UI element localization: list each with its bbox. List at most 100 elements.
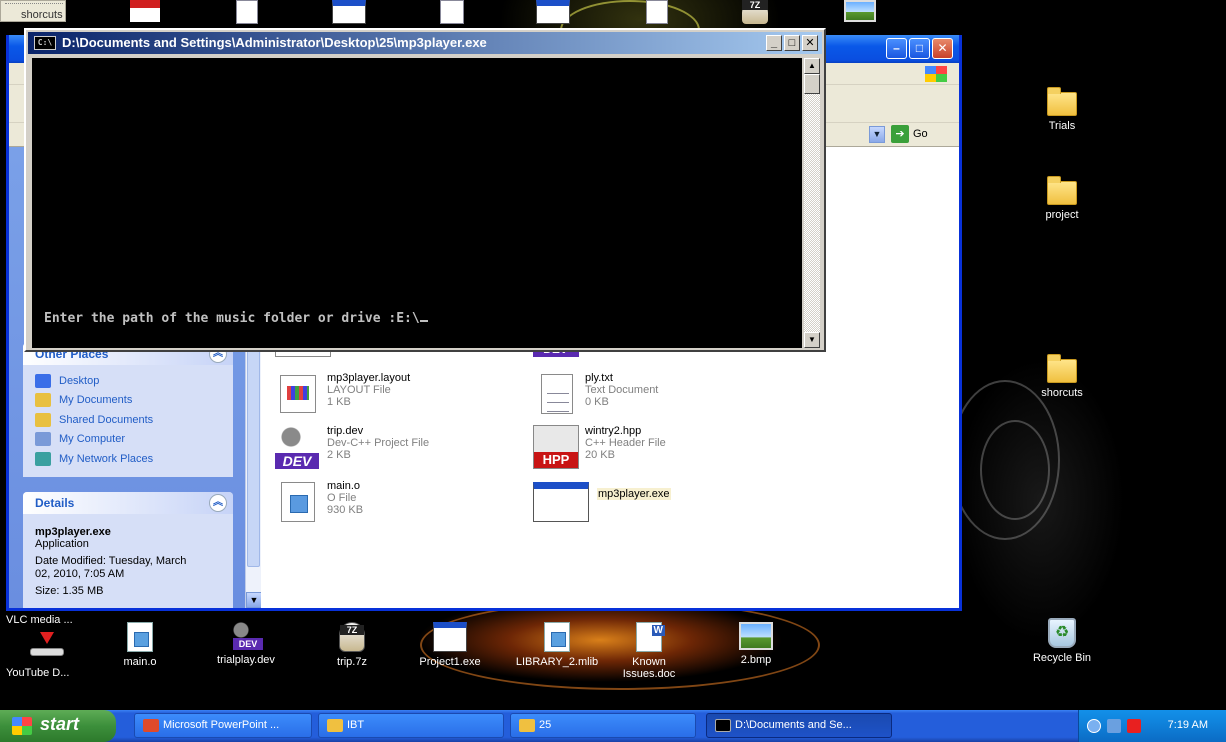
place-desktop[interactable]: Desktop	[35, 371, 221, 391]
pdf-icon[interactable]	[130, 0, 160, 22]
text-file-icon	[533, 372, 579, 416]
scroll-up-icon[interactable]: ▲	[804, 58, 820, 74]
details-header[interactable]: Details ︽	[23, 492, 233, 514]
antivirus-icon[interactable]	[1127, 719, 1141, 733]
file-size: 20 KB	[585, 449, 615, 461]
chevron-left-icon[interactable]	[1087, 719, 1101, 733]
shortcuts-toolbar-label: shorcuts	[21, 9, 63, 21]
desktop-icon-vlc[interactable]: VLC media ...	[0, 614, 92, 626]
collapse-icon[interactable]: ︽	[209, 494, 227, 512]
taskbar-button-powerpoint[interactable]: Microsoft PowerPoint ...	[134, 713, 312, 738]
place-my-computer[interactable]: My Computer	[35, 430, 221, 450]
hpp-badge: HPP	[534, 452, 578, 468]
text-file-icon[interactable]	[646, 0, 668, 24]
place-label: My Computer	[59, 433, 126, 446]
maximize-button[interactable]: □	[909, 38, 930, 59]
file-item-mp3player-exe[interactable]: mp3player.exe	[533, 480, 671, 524]
close-button[interactable]: ✕	[802, 35, 818, 51]
word-doc-icon: W	[636, 622, 665, 652]
desktop-icon-project1-exe[interactable]: Project1.exe	[410, 622, 490, 668]
console-prompt: Enter the path of the music folder or dr…	[44, 311, 420, 326]
desktop-icon-label: main.o	[123, 656, 157, 668]
place-my-network-places[interactable]: My Network Places	[35, 449, 221, 469]
console-title: D:\Documents and Settings\Administrator\…	[62, 35, 487, 50]
place-my-documents[interactable]: My Documents	[35, 391, 221, 411]
file-icon	[544, 622, 570, 652]
file-item-trip-dev[interactable]: DEV trip.dev Dev-C++ Project File 2 KB	[275, 425, 429, 469]
maximize-button[interactable]: □	[784, 35, 800, 51]
my-computer-icon	[35, 432, 51, 447]
zip-badge: 7Z	[340, 625, 364, 635]
scroll-down-icon[interactable]: ▼	[804, 332, 820, 348]
console-scrollbar[interactable]: ▲ ▼	[804, 58, 820, 348]
dev-badge: DEV	[233, 638, 263, 650]
go-button[interactable]: ➔ Go	[891, 125, 928, 143]
word-badge: W	[651, 625, 665, 636]
file-item-ply-txt[interactable]: ply.txt Text Document 0 KB	[533, 372, 658, 416]
close-button[interactable]: ✕	[932, 38, 953, 59]
console-window[interactable]: C:\ D:\Documents and Settings\Administra…	[24, 28, 826, 352]
desktop-icon-trials[interactable]: Trials	[1022, 87, 1102, 132]
file-item-main-o[interactable]: main.o O File 930 KB	[275, 480, 363, 524]
text-file-icon[interactable]	[236, 0, 258, 24]
file-item-mp3player-layout[interactable]: mp3player.layout LAYOUT File 1 KB	[275, 372, 410, 416]
exe-icon[interactable]	[332, 0, 366, 24]
desktop-icon-label: Known Issues.doc	[622, 656, 676, 680]
place-shared-documents[interactable]: Shared Documents	[35, 410, 221, 430]
desktop-icon-project[interactable]: project	[1022, 176, 1102, 221]
desktop-icon-main-o[interactable]: main.o	[100, 622, 180, 668]
desktop-icon-label: project	[1045, 209, 1079, 221]
taskbar-button-ibt[interactable]: IBT	[318, 713, 504, 738]
windows-logo-icon	[925, 66, 947, 82]
object-file-icon[interactable]	[440, 0, 464, 24]
scroll-down-icon[interactable]: ▼	[246, 592, 262, 608]
taskbar-button-console[interactable]: D:\Documents and Se...	[706, 713, 892, 738]
desktop-icon-label: shorcuts	[1041, 387, 1083, 399]
folder-icon	[1047, 87, 1077, 116]
desktop-icon-library-mlib[interactable]: LIBRARY_2.mlib	[512, 622, 602, 668]
download-icon[interactable]	[30, 632, 64, 662]
other-places-list: Desktop My Documents Shared Documents My…	[23, 365, 233, 477]
panel-title: Details	[35, 496, 75, 510]
taskbar-button-label: 25	[539, 719, 552, 731]
desktop-icon-trip-7z[interactable]: 7Z trip.7z	[312, 622, 392, 668]
clock[interactable]: 7:19 AM	[1168, 719, 1208, 731]
console-screen[interactable]: Enter the path of the music folder or dr…	[32, 58, 802, 348]
desktop-icon	[35, 373, 51, 388]
console-prompt-line: Enter the path of the music folder or dr…	[44, 310, 428, 326]
desktop-icon-label: trialplay.dev	[217, 654, 275, 666]
desktop-icon-label: trip.7z	[337, 656, 367, 668]
start-button[interactable]: start	[0, 710, 116, 742]
file-item-wintry2-hpp[interactable]: HPP wintry2.hpp C++ Header File 20 KB	[533, 425, 666, 469]
desktop-icon-2-bmp[interactable]: 2.bmp	[716, 622, 796, 666]
network-icon[interactable]	[1107, 719, 1121, 733]
chevron-down-icon[interactable]: ▼	[869, 126, 885, 143]
recycle-bin-icon: ♻	[1048, 618, 1076, 648]
desktop-icon-known-issues[interactable]: W Known Issues.doc	[614, 622, 684, 680]
shortcuts-toolbar[interactable]: shorcuts	[0, 0, 66, 22]
7zip-archive-icon[interactable]: 7Z	[742, 0, 768, 24]
minimize-button[interactable]: –	[886, 38, 907, 59]
bitmap-icon[interactable]	[844, 0, 876, 22]
desktop-icon-label: LIBRARY_2.mlib	[515, 656, 599, 668]
taskbar-button-25[interactable]: 25	[510, 713, 696, 738]
desktop-icon-shorcuts[interactable]: shorcuts	[1022, 354, 1102, 399]
exe-icon[interactable]	[536, 0, 570, 24]
details-date-modified: Date Modified: Tuesday, March 02, 2010, …	[35, 555, 187, 580]
minimize-button[interactable]: _	[766, 35, 782, 51]
desktop-icon-trialplay-dev[interactable]: DEV trialplay.dev	[206, 620, 286, 666]
scrollbar-thumb[interactable]	[804, 74, 820, 94]
desktop-icon-youtube[interactable]: YouTube D...	[6, 667, 69, 679]
console-titlebar[interactable]: C:\ D:\Documents and Settings\Administra…	[28, 32, 822, 54]
start-label: start	[40, 714, 80, 734]
file-size: 1 KB	[327, 396, 351, 408]
zip-badge: 7Z	[742, 0, 768, 10]
file-type: Text Document	[585, 384, 659, 396]
folder-icon	[327, 719, 343, 732]
desktop-icon-recycle-bin[interactable]: ♻ Recycle Bin	[1022, 618, 1102, 664]
wallpaper-swirl	[980, 420, 1050, 520]
dev-badge: DEV	[275, 453, 319, 469]
taskbar-button-label: D:\Documents and Se...	[735, 719, 852, 731]
taskbar-button-label: IBT	[347, 719, 365, 731]
text-cursor	[419, 310, 428, 322]
